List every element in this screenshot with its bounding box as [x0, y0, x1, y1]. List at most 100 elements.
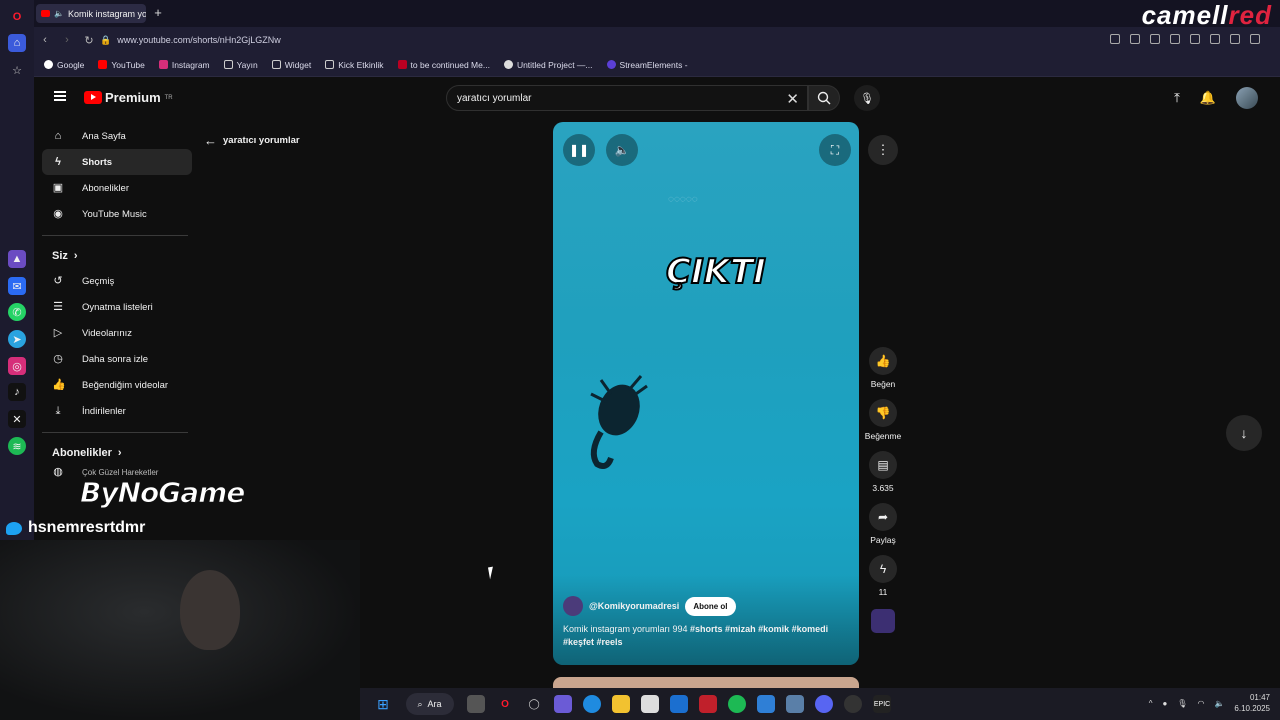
speaker-icon[interactable]: 🔈: [1214, 699, 1224, 708]
comments-action[interactable]: ▤ 3.635: [869, 451, 897, 493]
m365-icon[interactable]: [554, 695, 573, 713]
bookmark-untitled-project[interactable]: Untitled Project —...: [503, 60, 593, 70]
bookmark-widget[interactable]: Widget: [271, 60, 311, 70]
edit-icon[interactable]: [1110, 34, 1120, 44]
sidebar-item-home[interactable]: ⌂ Ana Sayfa: [42, 123, 192, 149]
bookmark-streamelements[interactable]: StreamElements -: [606, 60, 688, 70]
upload-icon[interactable]: ⤒: [1174, 90, 1180, 106]
chevron-up-icon[interactable]: ^: [1149, 699, 1153, 708]
home-icon[interactable]: ⌂: [8, 34, 26, 52]
search-input[interactable]: yaratıcı yorumlar ✕: [446, 85, 808, 111]
share-action[interactable]: ➦ Paylaş: [869, 503, 897, 545]
voice-search-button[interactable]: 🎙: [854, 85, 880, 111]
clear-search-icon[interactable]: ✕: [786, 90, 799, 108]
windows-start-icon[interactable]: ⊞: [374, 695, 392, 713]
whatsapp-icon[interactable]: ✆: [8, 303, 26, 321]
taskbar-search[interactable]: ⌕ Ara: [405, 693, 454, 715]
app-blue-icon[interactable]: [786, 695, 805, 713]
bookmark-yayin[interactable]: Yayın: [223, 60, 258, 70]
reload-icon[interactable]: ↻: [78, 34, 100, 47]
camera-icon[interactable]: [1130, 34, 1140, 44]
youtube-logo[interactable]: Premium TR: [84, 90, 173, 105]
sidebar-item-downloads[interactable]: ⤓ İndirilenler: [42, 398, 192, 424]
sidebar-item-watch-later[interactable]: ◷ Daha sonra izle: [42, 346, 192, 372]
speaker-icon[interactable]: 🔈: [54, 9, 64, 18]
hamburger-menu-icon[interactable]: [54, 91, 66, 101]
bookmark-kick[interactable]: Kick Etkinlik: [325, 60, 384, 70]
shield-icon[interactable]: [1150, 34, 1160, 44]
wifi-icon[interactable]: ◠: [1197, 699, 1204, 708]
url-field[interactable]: www.youtube.com/shorts/nHn2GjLGZNw: [117, 35, 281, 45]
channel-avatar[interactable]: [563, 596, 583, 616]
spotify-icon[interactable]: ≋: [8, 437, 26, 455]
search-button[interactable]: [808, 85, 840, 111]
channel-name[interactable]: @Komikyorumadresi: [589, 601, 679, 611]
sidebar-item-youtube-music[interactable]: ◉ YouTube Music: [42, 201, 192, 227]
epic-games-icon[interactable]: EPIC: [873, 695, 892, 713]
remix-action[interactable]: ϟ 11: [869, 555, 897, 597]
task-view-icon[interactable]: [467, 695, 486, 713]
microphone-icon[interactable]: 🎙: [1177, 699, 1187, 708]
sidebar-item-shorts[interactable]: ϟ Shorts: [42, 149, 192, 175]
music-icon: ◉: [53, 208, 63, 220]
sidebar-item-history[interactable]: ↺ Geçmiş: [42, 268, 192, 294]
back-arrow-icon[interactable]: ‹: [34, 34, 56, 46]
star-icon[interactable]: ☆: [8, 61, 26, 79]
tiktok-icon[interactable]: ♪: [8, 383, 26, 401]
channel-thumbnail[interactable]: [871, 609, 895, 633]
steam-icon[interactable]: [844, 695, 863, 713]
youtube-favicon-icon: [41, 10, 50, 17]
store-icon[interactable]: [641, 695, 660, 713]
sidebar-item-liked-videos[interactable]: 👍 Beğendiğim videolar: [42, 372, 192, 398]
bell-icon[interactable]: 🔔: [1200, 90, 1216, 106]
download-icon[interactable]: [1210, 34, 1220, 44]
like-action[interactable]: 👍 Beğen: [869, 347, 897, 389]
forward-arrow-icon[interactable]: ›: [56, 34, 78, 46]
dislike-action[interactable]: 👎 Beğenme: [865, 399, 901, 441]
new-tab-button[interactable]: +: [151, 6, 165, 20]
edge-icon[interactable]: [583, 695, 602, 713]
streamer-face: [180, 570, 240, 650]
opera-gx-icon[interactable]: O: [496, 695, 514, 713]
play-icon[interactable]: [1170, 34, 1180, 44]
subscribe-button[interactable]: Abone ol: [685, 596, 736, 616]
pause-button[interactable]: ❚❚: [563, 134, 595, 166]
video-description[interactable]: Komik instagram yorumları 994 #shorts #m…: [563, 623, 849, 649]
app-red-icon[interactable]: [699, 695, 718, 713]
sidebar-item-playlists[interactable]: ☰ Oynatma listeleri: [42, 294, 192, 320]
profile-icon[interactable]: [1250, 34, 1260, 44]
tray-app-icon[interactable]: ●: [1162, 699, 1167, 708]
search-icon: ⌕: [417, 698, 423, 709]
volume-button[interactable]: 🔈: [606, 134, 638, 166]
bookmark-to-be-continued[interactable]: to be continued Me...: [397, 60, 490, 70]
subscriptions-section-header[interactable]: Abonelikler ›: [42, 441, 192, 465]
bookmark-youtube[interactable]: YouTube: [98, 60, 145, 70]
spotify-icon[interactable]: [728, 695, 747, 713]
avatar[interactable]: [1236, 87, 1258, 109]
file-explorer-icon[interactable]: [612, 695, 631, 713]
you-section-header[interactable]: Siz ›: [42, 244, 192, 268]
aria-icon[interactable]: ▲: [8, 250, 26, 268]
x-icon[interactable]: ✕: [8, 410, 26, 428]
bookmark-instagram[interactable]: Instagram: [158, 60, 210, 70]
next-video-button[interactable]: ↓: [1226, 415, 1262, 451]
outlook-icon[interactable]: [670, 695, 689, 713]
more-options-button[interactable]: ⋮: [868, 135, 898, 165]
short-video-player[interactable]: ❚❚ 🔈 ⛶ ◌◌◌◌◌ ÇIKTI @Komikyorumadresi Abo…: [553, 122, 859, 665]
opera-logo-icon[interactable]: O: [8, 8, 26, 26]
discord-icon[interactable]: [815, 695, 834, 713]
tab-active[interactable]: 🔈 Komik instagram yoru: [36, 4, 146, 23]
sidebar-item-subscriptions[interactable]: ▣ Abonelikler: [42, 175, 192, 201]
telegram-icon[interactable]: ➤: [8, 330, 26, 348]
fullscreen-button[interactable]: ⛶: [819, 134, 851, 166]
heart-icon[interactable]: [1190, 34, 1200, 44]
messenger-icon[interactable]: ✉: [8, 277, 26, 295]
notepad-icon[interactable]: [757, 695, 776, 713]
sidebar-item-your-videos[interactable]: ▷ Videolarınız: [42, 320, 192, 346]
bookmark-google[interactable]: Google: [44, 60, 84, 70]
opera-icon[interactable]: ◯: [525, 695, 543, 713]
back-to-search-link[interactable]: ← yaratıcı yorumlar: [204, 133, 300, 148]
menu-icon[interactable]: [1230, 34, 1240, 44]
taskbar-clock[interactable]: 01:47 6.10.2025: [1234, 692, 1270, 714]
instagram-icon[interactable]: ◎: [8, 357, 26, 375]
